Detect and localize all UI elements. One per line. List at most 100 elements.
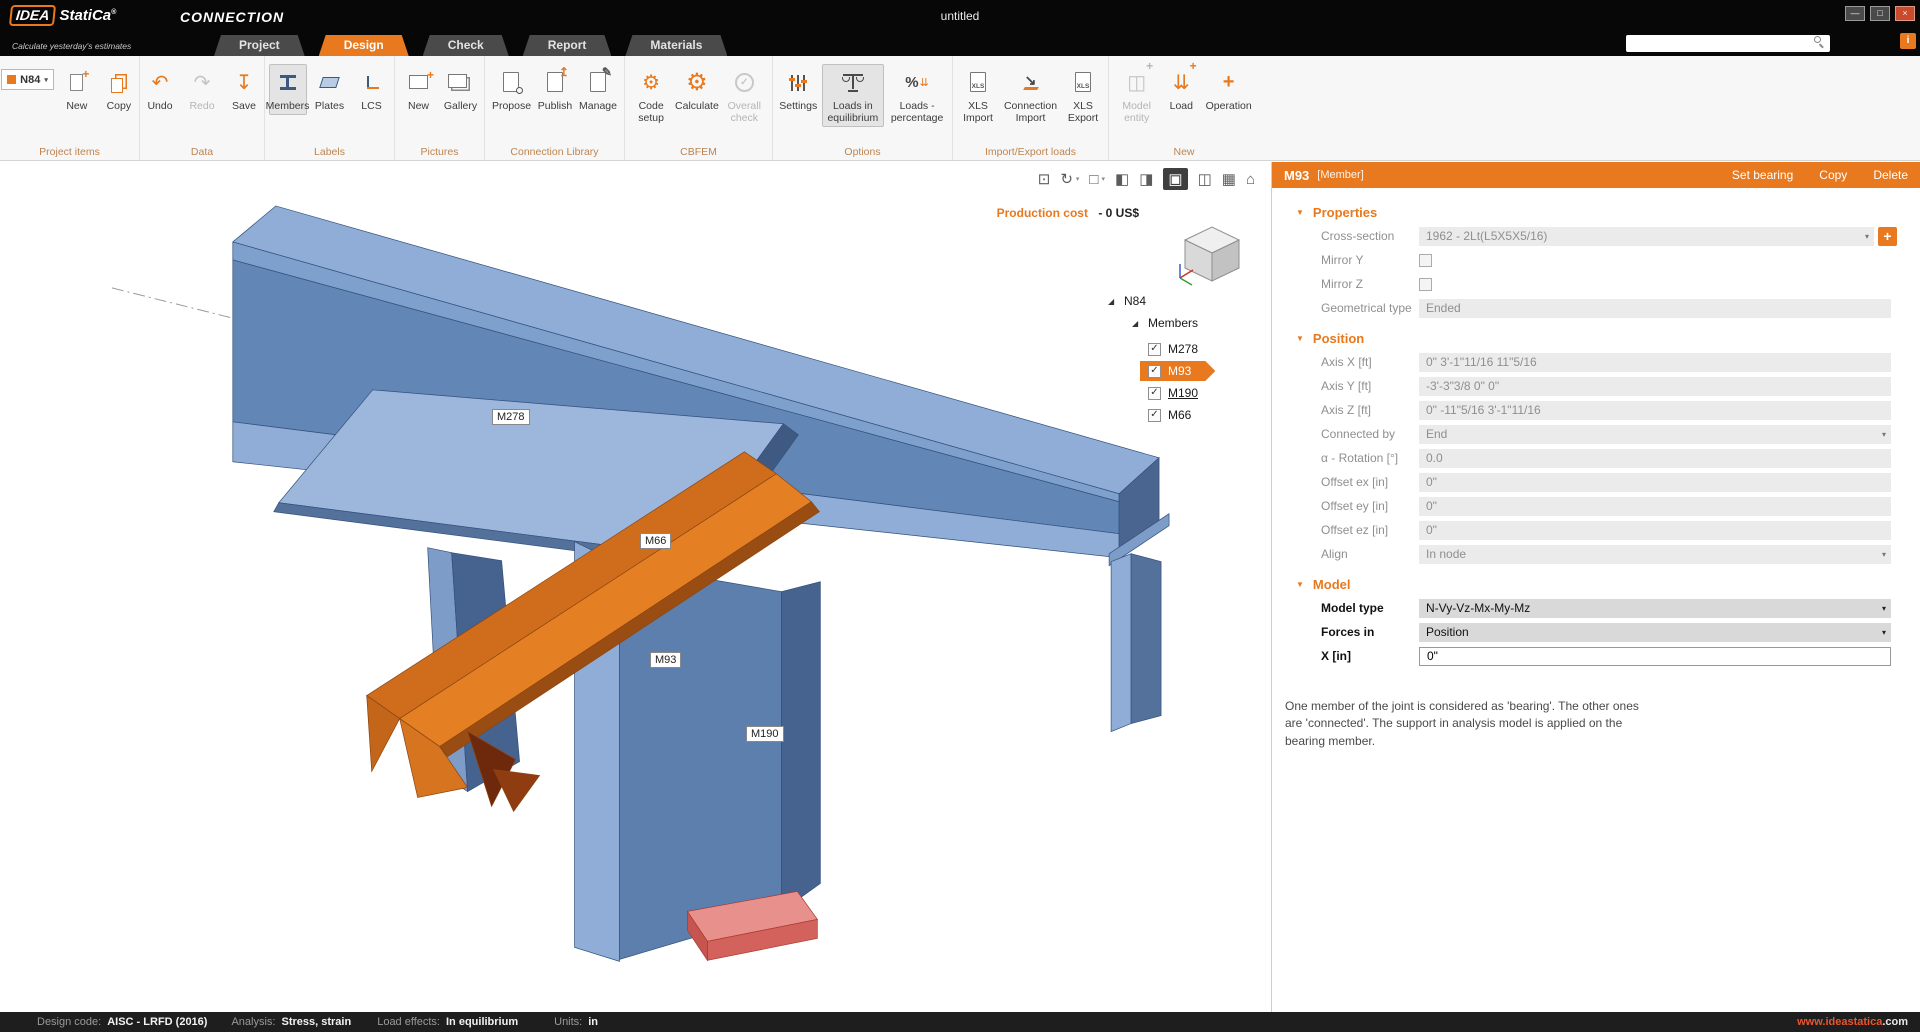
cross-section-select[interactable]: 1962 - 2Lt(L5X5X5/16) ▾: [1419, 227, 1874, 246]
chevron-down-icon: ▾: [1882, 604, 1886, 613]
view-mode-front-icon[interactable]: ◧: [1115, 168, 1129, 190]
tab-design[interactable]: Design: [319, 35, 409, 56]
tree-item-m93[interactable]: ✓ M93: [1096, 360, 1272, 382]
forces-in-select[interactable]: Position▾: [1419, 623, 1891, 642]
home-view-icon[interactable]: ⌂: [1246, 168, 1255, 190]
info-button[interactable]: i: [1900, 33, 1916, 49]
code-setup-button[interactable]: ⚙ Code setup: [631, 64, 671, 127]
axis-y-field[interactable]: -3'-3"3/8 0" 0": [1419, 377, 1891, 396]
expander-icon[interactable]: ◢: [1108, 297, 1117, 306]
tree-node-root[interactable]: ◢ N84: [1096, 290, 1272, 312]
chevron-down-icon: ▾: [1076, 175, 1080, 183]
tree-item-m66[interactable]: ✓ M66: [1096, 404, 1272, 426]
publish-button[interactable]: ↥ Publish: [536, 64, 574, 115]
tab-check[interactable]: Check: [423, 35, 509, 56]
tab-materials[interactable]: Materials: [625, 35, 727, 56]
offset-ey-field[interactable]: 0": [1419, 497, 1891, 516]
redo-button[interactable]: ↷ Redo: [183, 64, 221, 115]
new-picture-button[interactable]: + New: [400, 64, 438, 115]
search-input[interactable]: [1626, 35, 1830, 52]
section-position[interactable]: ▼ Position: [1272, 326, 1920, 350]
section-properties[interactable]: ▼ Properties: [1272, 200, 1920, 224]
x-position-input[interactable]: 0": [1419, 647, 1891, 666]
xls-export-button[interactable]: XLS XLS Export: [1064, 64, 1102, 127]
overall-check-button[interactable]: ✓ Overall check: [723, 64, 766, 127]
new-project-item-button[interactable]: + New: [58, 64, 96, 115]
minimize-button[interactable]: —: [1845, 6, 1865, 21]
loads-percentage-toggle[interactable]: %⇊ Loads - percentage: [888, 64, 946, 127]
expander-icon[interactable]: ◢: [1132, 319, 1141, 328]
mirror-y-checkbox[interactable]: [1419, 254, 1432, 267]
tab-project[interactable]: Project: [214, 35, 305, 56]
model-3d-scene[interactable]: [0, 162, 1271, 1012]
calculate-button[interactable]: ⚙ Calculate: [675, 64, 718, 115]
set-bearing-button[interactable]: Set bearing: [1732, 168, 1793, 182]
redo-icon: ↷: [194, 67, 211, 97]
rotate-view-button[interactable]: ↻▾: [1060, 168, 1079, 190]
propose-button[interactable]: Propose: [491, 64, 532, 115]
project-item-selector[interactable]: N84 ▾: [1, 69, 54, 90]
website-link[interactable]: www.ideastatica.com: [1797, 1016, 1908, 1028]
xls-import-button[interactable]: XLS XLS Import: [959, 64, 997, 127]
field-label: Offset ez [in]: [1321, 523, 1419, 537]
loads-in-equilibrium-toggle[interactable]: Loads in equilibrium: [822, 64, 885, 127]
new-load-button[interactable]: ⇊+ Load: [1162, 64, 1200, 115]
axis-z-field[interactable]: 0" -11"5/16 3'-1"11/16: [1419, 401, 1891, 420]
zoom-fit-icon[interactable]: ⊡: [1038, 168, 1051, 190]
maximize-button[interactable]: □: [1870, 6, 1890, 21]
model-type-select[interactable]: N-Vy-Vz-Mx-My-Mz▾: [1419, 599, 1891, 618]
view-cube[interactable]: [1175, 216, 1249, 290]
visibility-checkbox[interactable]: ✓: [1148, 387, 1161, 400]
delete-member-button[interactable]: Delete: [1873, 168, 1908, 182]
gallery-button[interactable]: Gallery: [442, 64, 480, 115]
labels-members-toggle[interactable]: Members: [269, 64, 307, 115]
section-box-button[interactable]: □▾: [1089, 168, 1105, 190]
labels-lcs-toggle[interactable]: LCS: [353, 64, 391, 115]
add-cross-section-button[interactable]: +: [1878, 227, 1897, 246]
copy-member-button[interactable]: Copy: [1819, 168, 1847, 182]
mirror-z-checkbox[interactable]: [1419, 278, 1432, 291]
viewport-3d[interactable]: M278 M66 M93 M190 ⊡ ↻▾ □▾ ◧ ◨ ▣ ◫ ▦ ⌂ Pr…: [0, 162, 1272, 1012]
new-operation-button[interactable]: + Operation: [1204, 64, 1253, 115]
manage-button[interactable]: ✎ Manage: [578, 64, 618, 115]
visibility-checkbox[interactable]: ✓: [1148, 409, 1161, 422]
tree-node-members[interactable]: ◢ Members: [1096, 312, 1272, 334]
visibility-checkbox[interactable]: ✓: [1148, 365, 1161, 378]
field-label: Axis Z [ft]: [1321, 403, 1419, 417]
view-mode-wireframe-icon[interactable]: ▦: [1222, 168, 1236, 190]
offset-ez-field[interactable]: 0": [1419, 521, 1891, 540]
tab-report[interactable]: Report: [523, 35, 612, 56]
new-model-entity-button[interactable]: ◫+ Model entity: [1115, 64, 1158, 127]
view-mode-side-icon[interactable]: ◨: [1139, 168, 1153, 190]
copy-project-item-button[interactable]: Copy: [100, 64, 138, 115]
search-icon[interactable]: [1814, 36, 1825, 47]
row-axis-x: Axis X [ft] 0" 3'-1"11/16 11"5/16: [1272, 350, 1920, 374]
rotation-field[interactable]: 0.0: [1419, 449, 1891, 468]
tree-item-m190[interactable]: ✓ M190: [1096, 382, 1272, 404]
member-label-m93[interactable]: M93: [650, 652, 681, 668]
visibility-checkbox[interactable]: ✓: [1148, 343, 1161, 356]
close-button[interactable]: ×: [1895, 6, 1915, 21]
view-mode-split-icon[interactable]: ◫: [1198, 168, 1212, 190]
offset-ex-field[interactable]: 0": [1419, 473, 1891, 492]
save-icon: ↧: [236, 67, 253, 97]
view-mode-solid-icon[interactable]: ▣: [1163, 168, 1187, 190]
settings-button[interactable]: Settings: [779, 64, 818, 115]
field-label: Model type: [1321, 601, 1419, 615]
align-select[interactable]: In node▾: [1419, 545, 1891, 564]
member-label-m66[interactable]: M66: [640, 533, 671, 549]
save-button[interactable]: ↧ Save: [225, 64, 263, 115]
labels-plates-toggle[interactable]: Plates: [311, 64, 349, 115]
axis-x-field[interactable]: 0" 3'-1"11/16 11"5/16: [1419, 353, 1891, 372]
geometrical-type-field[interactable]: Ended: [1419, 299, 1891, 318]
chevron-down-icon: ▾: [1882, 430, 1886, 439]
far-column[interactable]: [1111, 554, 1161, 732]
connection-import-button[interactable]: ↘ Connection Import: [1001, 64, 1060, 127]
tree-item-label: M278: [1168, 342, 1198, 356]
member-label-m190[interactable]: M190: [746, 726, 784, 742]
member-label-m278[interactable]: M278: [492, 409, 530, 425]
connected-by-select[interactable]: End▾: [1419, 425, 1891, 444]
undo-button[interactable]: ↶ Undo: [141, 64, 179, 115]
section-model[interactable]: ▼ Model: [1272, 572, 1920, 596]
tree-item-m278[interactable]: ✓ M278: [1096, 338, 1272, 360]
